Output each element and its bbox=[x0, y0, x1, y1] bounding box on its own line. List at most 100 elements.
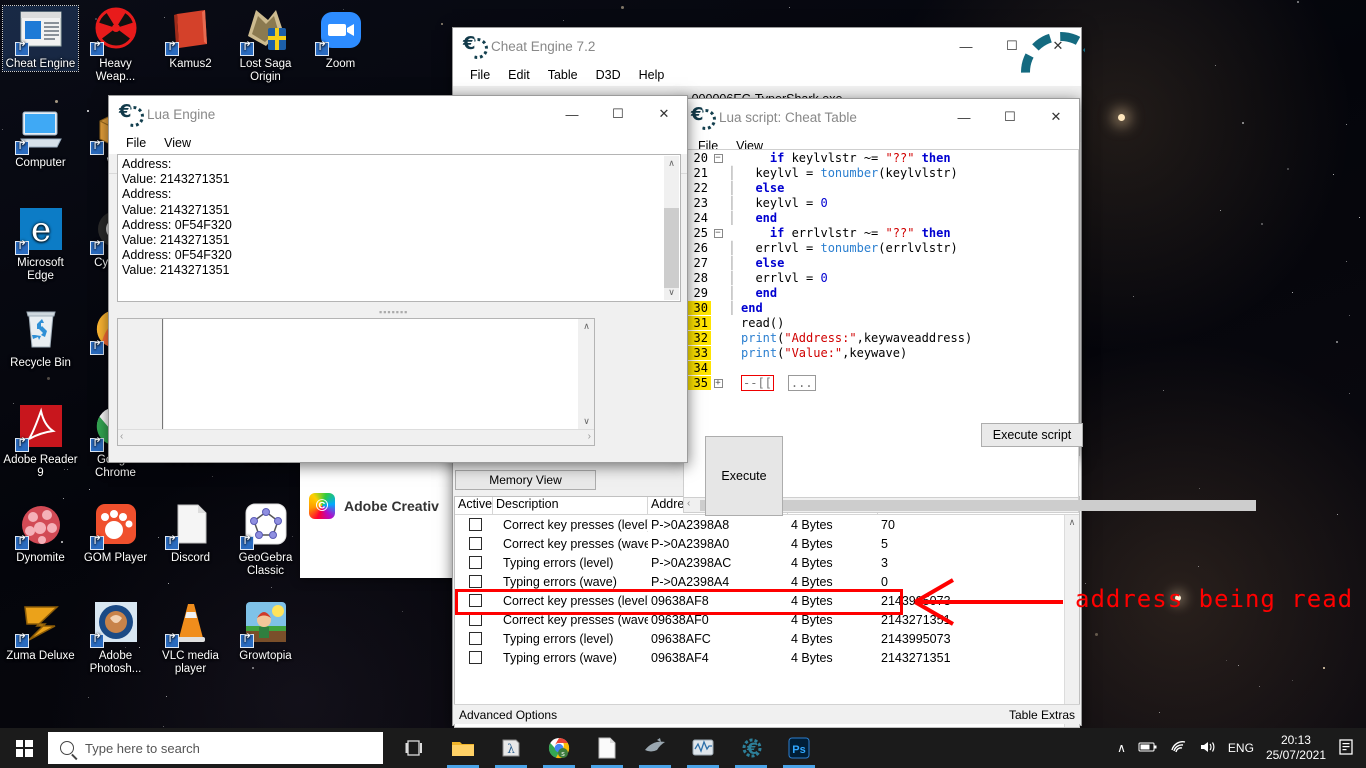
code-line[interactable]: 22│ else bbox=[684, 180, 1078, 195]
desktop-icon-adobe-reader-9[interactable]: Adobe Reader 9 bbox=[3, 402, 78, 480]
advanced-options-link[interactable]: Advanced Options bbox=[459, 708, 557, 722]
scroll-up-arrow-icon[interactable]: ∧ bbox=[1065, 515, 1079, 530]
taskbar-search-box[interactable]: Type here to search bbox=[48, 732, 383, 764]
memory-view-button[interactable]: Memory View bbox=[455, 470, 596, 490]
row-active-cell[interactable] bbox=[455, 537, 493, 550]
row-active-cell[interactable] bbox=[455, 518, 493, 531]
table-row[interactable]: Correct key presses (wave) P->0A2398A0 4… bbox=[455, 534, 1079, 553]
hscroll-left-arrow-icon[interactable]: ‹ bbox=[120, 431, 123, 442]
scroll-down-arrow-icon[interactable]: ∨ bbox=[579, 414, 594, 429]
desktop-icon-recycle-bin[interactable]: Recycle Bin bbox=[3, 305, 78, 370]
table-row[interactable]: Typing errors (wave) 09638AF4 4 Bytes 21… bbox=[455, 648, 1079, 667]
ce-menu-help[interactable]: Help bbox=[630, 66, 674, 84]
tray-expand-icon[interactable]: ∧ bbox=[1117, 741, 1126, 755]
row-checkbox[interactable] bbox=[469, 575, 482, 588]
lua-engine-input-hscrollbar[interactable]: ‹ › bbox=[118, 429, 594, 445]
lua-engine-input-code[interactable] bbox=[164, 319, 578, 429]
desktop-icon-discord[interactable]: Discord bbox=[153, 500, 228, 565]
taskbar-notepad[interactable] bbox=[583, 728, 631, 768]
code-line[interactable]: 33print("Value:",keywave) bbox=[684, 345, 1078, 360]
le-maximize-button[interactable]: ☐ bbox=[595, 96, 641, 132]
ce-minimize-button[interactable]: — bbox=[943, 28, 989, 64]
taskbar-photoshop[interactable]: Ps bbox=[775, 728, 823, 768]
desktop-icon-computer[interactable]: Computer bbox=[3, 105, 78, 170]
code-line[interactable]: 26│ errlvl = tonumber(errlvlstr) bbox=[684, 240, 1078, 255]
desktop-icon-growtopia[interactable]: Growtopia bbox=[228, 598, 303, 663]
scroll-up-arrow-icon[interactable]: ∧ bbox=[579, 319, 594, 334]
lua-engine-window[interactable]: Lua Engine — ☐ ✕ File View Output Addres… bbox=[108, 95, 688, 463]
execute-button[interactable]: Execute bbox=[705, 436, 783, 516]
desktop-icon-zoom[interactable]: Zoom bbox=[303, 6, 378, 71]
ls-minimize-button[interactable]: — bbox=[941, 99, 987, 135]
hscroll-right-arrow-icon[interactable]: › bbox=[588, 431, 591, 442]
col-header-description[interactable]: Description bbox=[493, 497, 648, 514]
code-line[interactable]: 27│ else bbox=[684, 255, 1078, 270]
lua-script-window[interactable]: Lua script: Cheat Table — ☐ ✕ File View … bbox=[680, 98, 1080, 456]
hscroll-thumb[interactable] bbox=[700, 500, 1256, 511]
lua-engine-titlebar[interactable]: Lua Engine — ☐ ✕ bbox=[109, 96, 687, 132]
ce-menu-table[interactable]: Table bbox=[539, 66, 587, 84]
row-checkbox[interactable] bbox=[469, 651, 482, 664]
desktop-icon-dynomite[interactable]: Dynomite bbox=[3, 500, 78, 565]
row-active-cell[interactable] bbox=[455, 556, 493, 569]
row-active-cell[interactable] bbox=[455, 632, 493, 645]
taskbar-typershark[interactable] bbox=[631, 728, 679, 768]
taskbar-cheat-engine[interactable]: € bbox=[727, 728, 775, 768]
taskbar-file-explorer[interactable] bbox=[439, 728, 487, 768]
le-menu-view[interactable]: View bbox=[155, 134, 200, 152]
start-button[interactable] bbox=[0, 728, 48, 768]
row-checkbox[interactable] bbox=[469, 518, 482, 531]
lua-engine-input-vscrollbar[interactable]: ∧ ∨ bbox=[579, 319, 594, 429]
address-table-scrollbar[interactable]: ∧ ∨ bbox=[1064, 515, 1079, 727]
desktop-icon-adobe-photoshop[interactable]: Adobe Photosh... bbox=[78, 598, 153, 676]
ce-menu-file[interactable]: File bbox=[461, 66, 499, 84]
lua-engine-menubar[interactable]: File View bbox=[109, 132, 687, 154]
code-line[interactable]: 30│end bbox=[684, 300, 1078, 315]
language-indicator[interactable]: ENG bbox=[1228, 741, 1254, 755]
desktop-icon-geogebra-classic[interactable]: GeoGebra Classic bbox=[228, 500, 303, 578]
code-line[interactable]: 20− if keylvlstr ~= "??" then bbox=[684, 150, 1078, 165]
volume-icon[interactable] bbox=[1199, 740, 1216, 757]
lua-script-titlebar[interactable]: Lua script: Cheat Table — ☐ ✕ bbox=[681, 99, 1079, 135]
code-line[interactable]: 25− if errlvlstr ~= "??" then bbox=[684, 225, 1078, 240]
cheat-engine-menubar[interactable]: File Edit Table D3D Help bbox=[453, 64, 1081, 86]
row-active-cell[interactable] bbox=[455, 651, 493, 664]
lua-engine-splitter-grip[interactable]: ▪▪▪▪▪▪▪ bbox=[379, 307, 408, 317]
row-active-cell[interactable] bbox=[455, 575, 493, 588]
code-line[interactable]: 31read() bbox=[684, 315, 1078, 330]
lua-engine-input-area[interactable]: ∧ ∨ ‹ › bbox=[117, 318, 595, 446]
cheat-engine-titlebar[interactable]: Cheat Engine 7.2 — ☐ ✕ bbox=[453, 28, 1081, 64]
desktop-icon-gom-player[interactable]: GOM Player bbox=[78, 500, 153, 565]
lua-engine-output-box[interactable]: Address: Value: 2143271351 Address: Valu… bbox=[117, 154, 681, 302]
desktop-icon-microsoft-edge[interactable]: e Microsoft Edge bbox=[3, 205, 78, 283]
code-line[interactable]: 35+--[[... bbox=[684, 375, 1078, 390]
desktop-icon-zuma-deluxe[interactable]: Zuma Deluxe bbox=[3, 598, 78, 663]
desktop-icon-kamus2[interactable]: Kamus2 bbox=[153, 6, 228, 71]
table-row[interactable]: Typing errors (level) 09638AFC 4 Bytes 2… bbox=[455, 629, 1079, 648]
row-checkbox[interactable] bbox=[469, 537, 482, 550]
ce-menu-d3d[interactable]: D3D bbox=[587, 66, 630, 84]
desktop-icon-lost-saga-origin[interactable]: Lost Saga Origin bbox=[228, 6, 303, 84]
taskbar-chrome[interactable]: s bbox=[535, 728, 583, 768]
clock[interactable]: 20:13 25/07/2021 bbox=[1266, 733, 1326, 763]
ls-maximize-button[interactable]: ☐ bbox=[987, 99, 1033, 135]
wifi-icon[interactable] bbox=[1170, 740, 1187, 756]
desktop-icon-heavy-weapon[interactable]: Heavy Weap... bbox=[78, 6, 153, 84]
row-checkbox[interactable] bbox=[469, 632, 482, 645]
code-line[interactable]: 28│ errlvl = 0 bbox=[684, 270, 1078, 285]
execute-script-button[interactable]: Execute script bbox=[981, 423, 1083, 447]
lua-engine-output-scrollbar[interactable]: ∧ ∨ bbox=[664, 156, 679, 300]
scroll-thumb[interactable] bbox=[664, 208, 679, 288]
le-menu-file[interactable]: File bbox=[117, 134, 155, 152]
desktop-background[interactable]: Cheat Engine Heavy Weap... bbox=[0, 0, 1366, 728]
le-close-button[interactable]: ✕ bbox=[641, 96, 687, 132]
code-line[interactable]: 29│ end bbox=[684, 285, 1078, 300]
code-line[interactable]: 34 bbox=[684, 360, 1078, 375]
scroll-up-arrow-icon[interactable]: ∧ bbox=[664, 156, 679, 171]
le-minimize-button[interactable]: — bbox=[549, 96, 595, 132]
scroll-down-arrow-icon[interactable]: ∨ bbox=[664, 285, 679, 300]
taskbar[interactable]: Type here to search λ bbox=[0, 728, 1366, 768]
ce-menu-edit[interactable]: Edit bbox=[499, 66, 539, 84]
hscroll-left-arrow-icon[interactable]: ‹ bbox=[687, 498, 690, 509]
task-view-button[interactable] bbox=[391, 728, 439, 768]
